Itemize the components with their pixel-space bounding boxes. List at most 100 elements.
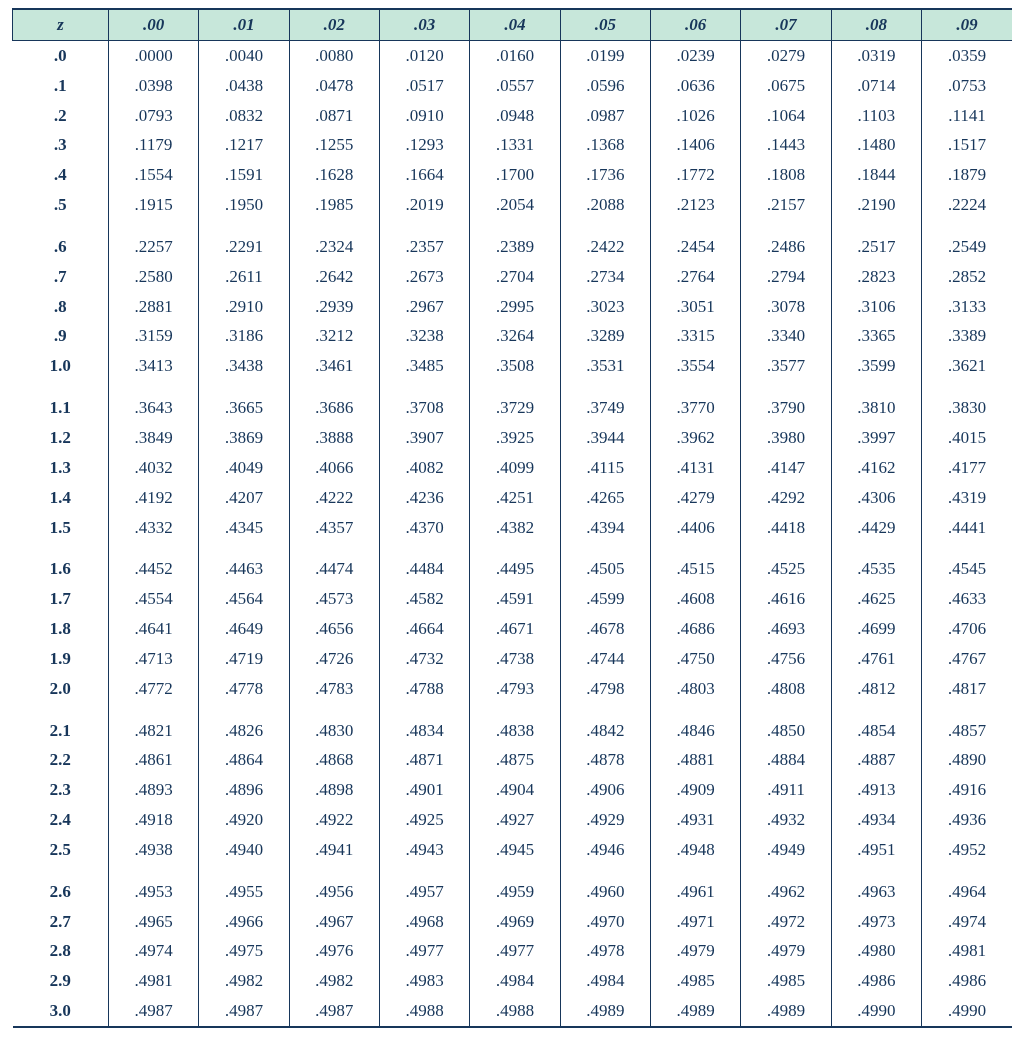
cell: .2967 [379,292,469,322]
spacer-cell [379,704,469,716]
cell: .4861 [108,745,198,775]
cell: .4946 [560,835,650,865]
spacer-cell [741,381,831,393]
cell: .0596 [560,71,650,101]
row-label: 1.9 [13,644,109,674]
cell: .2995 [470,292,560,322]
cell: .4808 [741,674,831,704]
cell: .1293 [379,130,469,160]
cell: .4955 [199,877,289,907]
cell: .2324 [289,232,379,262]
cell: .0279 [741,40,831,70]
spacer-row [13,542,1013,554]
header-col: .01 [199,9,289,40]
table-row: .4.1554.1591.1628.1664.1700.1736.1772.18… [13,160,1013,190]
cell: .4756 [741,644,831,674]
table-row: .5.1915.1950.1985.2019.2054.2088.2123.21… [13,190,1013,220]
spacer-cell [289,704,379,716]
spacer-cell [831,542,921,554]
cell: .2704 [470,262,560,292]
cell: .3869 [199,423,289,453]
cell: .4871 [379,745,469,775]
table-row: .9.3159.3186.3212.3238.3264.3289.3315.33… [13,321,1013,351]
spacer-cell [651,542,741,554]
table-row: 1.8.4641.4649.4656.4664.4671.4678.4686.4… [13,614,1013,644]
cell: .4959 [470,877,560,907]
spacer-cell [13,220,109,232]
cell: .4525 [741,554,831,584]
cell: .3810 [831,393,921,423]
cell: .0239 [651,40,741,70]
cell: .4941 [289,835,379,865]
cell: .4842 [560,716,650,746]
row-label: 1.0 [13,351,109,381]
cell: .3238 [379,321,469,351]
cell: .4909 [651,775,741,805]
cell: .3643 [108,393,198,423]
cell: .3438 [199,351,289,381]
table-row: 2.1.4821.4826.4830.4834.4838.4842.4846.4… [13,716,1013,746]
cell: .4878 [560,745,650,775]
row-label: 2.5 [13,835,109,865]
cell: .4778 [199,674,289,704]
cell: .4952 [922,835,1012,865]
cell: .4956 [289,877,379,907]
cell: .2454 [651,232,741,262]
cell: .4821 [108,716,198,746]
spacer-cell [108,865,198,877]
row-label: .4 [13,160,109,190]
cell: .4474 [289,554,379,584]
cell: .4686 [651,614,741,644]
cell: .0675 [741,71,831,101]
cell: .3159 [108,321,198,351]
cell: .4599 [560,584,650,614]
row-label: 3.0 [13,996,109,1027]
cell: .1368 [560,130,650,160]
spacer-cell [289,220,379,232]
cell: .4505 [560,554,650,584]
row-label: .5 [13,190,109,220]
cell: .3554 [651,351,741,381]
cell: .3665 [199,393,289,423]
table-body: .0.0000.0040.0080.0120.0160.0199.0239.02… [13,40,1013,1027]
spacer-row [13,704,1013,716]
cell: .4936 [922,805,1012,835]
cell: .4441 [922,513,1012,543]
cell: .4495 [470,554,560,584]
cell: .4049 [199,453,289,483]
cell: .4357 [289,513,379,543]
cell: .4981 [922,936,1012,966]
cell: .4987 [289,996,379,1027]
cell: .4664 [379,614,469,644]
cell: .3315 [651,321,741,351]
cell: .0714 [831,71,921,101]
table-row: .3.1179.1217.1255.1293.1331.1368.1406.14… [13,130,1013,160]
cell: .4948 [651,835,741,865]
spacer-cell [560,381,650,393]
table-row: 1.4.4192.4207.4222.4236.4251.4265.4279.4… [13,483,1013,513]
cell: .4099 [470,453,560,483]
cell: .4922 [289,805,379,835]
cell: .4875 [470,745,560,775]
cell: .0199 [560,40,650,70]
row-label: .6 [13,232,109,262]
spacer-cell [831,865,921,877]
cell: .2549 [922,232,1012,262]
spacer-cell [922,865,1012,877]
spacer-cell [741,704,831,716]
cell: .1915 [108,190,198,220]
cell: .4949 [741,835,831,865]
table-row: 1.9.4713.4719.4726.4732.4738.4744.4750.4… [13,644,1013,674]
cell: .4986 [831,966,921,996]
cell: .4573 [289,584,379,614]
cell: .4693 [741,614,831,644]
cell: .1554 [108,160,198,190]
cell: .4292 [741,483,831,513]
cell: .3106 [831,292,921,322]
table-row: 2.0.4772.4778.4783.4788.4793.4798.4803.4… [13,674,1013,704]
row-label: 2.7 [13,907,109,937]
cell: .3749 [560,393,650,423]
cell: .4934 [831,805,921,835]
spacer-cell [108,542,198,554]
cell: .4846 [651,716,741,746]
